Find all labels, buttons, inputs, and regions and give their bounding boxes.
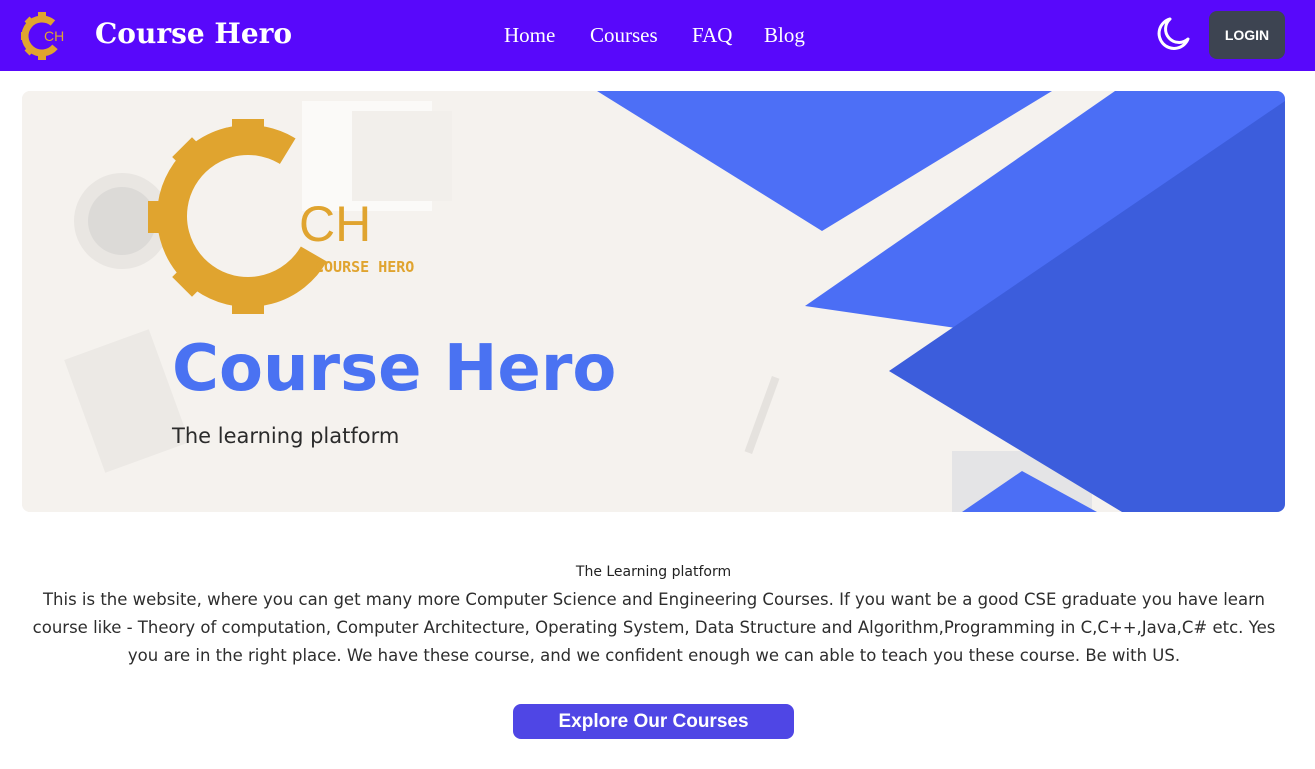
brand-logo-letters: CH [44,28,64,44]
nav-home[interactable]: Home [504,22,555,48]
nav-faq[interactable]: FAQ [692,22,732,48]
banner-logo-caption: COURSE HERO [315,258,414,276]
login-button[interactable]: LOGIN [1209,11,1285,59]
description: This is the website, where you can get m… [32,590,1276,665]
tagline: The Learning platform [575,564,732,580]
banner-subtitle: The learning platform [172,424,400,448]
banner-logo-letters: CH [299,196,371,252]
banner-title: Course Hero [172,332,617,406]
navbar: CH Course Hero Home Courses FAQ Blog LOG… [0,0,1315,71]
nav-courses[interactable]: Courses [590,22,658,48]
brand-logo[interactable]: CH [20,8,78,64]
moon-icon[interactable] [1153,14,1193,54]
explore-courses-button[interactable]: Explore Our Courses [513,704,794,739]
banner-background: CH COURSE HERO [22,91,1285,512]
nav-blog[interactable]: Blog [764,22,805,48]
brand-name[interactable]: Course Hero [95,15,292,53]
hero-banner: CH COURSE HERO Course Hero The learning … [22,91,1285,512]
